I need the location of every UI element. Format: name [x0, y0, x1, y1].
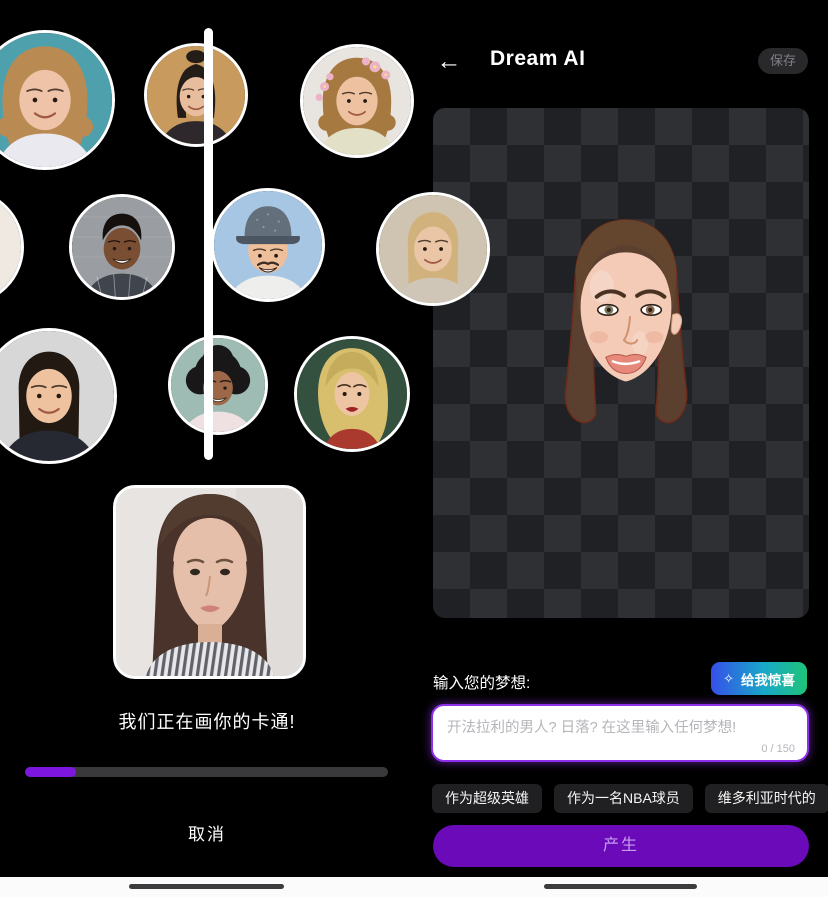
transparency-canvas: [433, 108, 809, 618]
avatar-man-photo: [69, 194, 175, 300]
avatar-afro-woman: [168, 335, 268, 435]
cartoon-progress-bar: [25, 767, 388, 777]
system-bottom-strip: [0, 877, 828, 897]
cartoon-progress-fill: [25, 767, 76, 777]
avatar-cap-man-cartoon: [211, 188, 325, 302]
sparkle-icon: ✧: [723, 671, 734, 687]
char-counter: 0 / 150: [761, 743, 795, 755]
cancel-button[interactable]: 取消: [0, 820, 414, 845]
user-photo-card: [113, 485, 306, 679]
generate-button[interactable]: 产生: [433, 825, 809, 867]
user-photo: [116, 488, 303, 676]
back-icon[interactable]: ←: [434, 46, 464, 76]
dream-input-container: 0 / 150: [431, 704, 809, 762]
dream-prompt-label: 输入您的梦想:: [433, 671, 530, 693]
suggestion-chips-row: 作为超级英雄 作为一名NBA球员 维多利亚时代的: [432, 784, 828, 813]
dream-input[interactable]: [433, 706, 807, 760]
generated-cartoon-face: [543, 214, 709, 430]
drawing-caption: 我们正在画你的卡通!: [0, 708, 414, 734]
chip-victorian[interactable]: 维多利亚时代的: [705, 784, 828, 813]
avatar-hijab-woman-cartoon: [294, 336, 410, 452]
avatar-flower-woman-cartoon: [300, 44, 414, 158]
avatar-partial-right-blonde: [376, 192, 490, 306]
avatar-partial-left: [0, 189, 24, 305]
home-indicator-left[interactable]: [129, 884, 284, 889]
page-title: Dream AI: [490, 47, 585, 71]
avatar-asian-woman-photo: [0, 328, 117, 464]
app-header: ← Dream AI 保存: [414, 40, 828, 86]
surprise-me-label: 给我惊喜: [741, 669, 795, 689]
chip-nba-player[interactable]: 作为一名NBA球员: [554, 784, 693, 813]
progress-pane: 我们正在画你的卡通! 取消: [0, 0, 414, 897]
save-button[interactable]: 保存: [758, 48, 808, 74]
avatar-blonde-woman-photo: [0, 30, 115, 170]
dream-editor-pane: ← Dream AI 保存: [414, 0, 828, 897]
surprise-me-button[interactable]: ✧ 给我惊喜: [711, 662, 807, 695]
home-indicator-right[interactable]: [544, 884, 697, 889]
before-after-divider-line: [204, 28, 213, 460]
dream-ai-screen: 我们正在画你的卡通! 取消 ← Dream AI 保存: [0, 0, 828, 897]
chip-superhero[interactable]: 作为超级英雄: [432, 784, 542, 813]
avatar-ponytail-woman-photo: [144, 43, 248, 147]
